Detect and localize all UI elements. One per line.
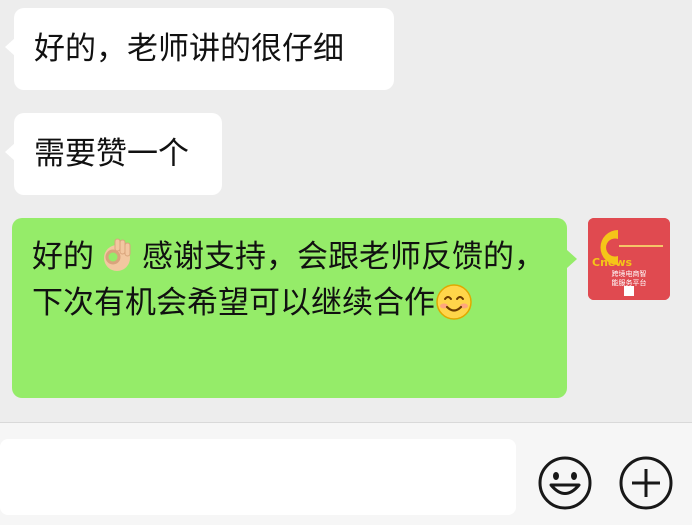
message-text: 好的 bbox=[32, 239, 94, 275]
message-text: 好的，老师讲的很仔细 bbox=[34, 31, 344, 67]
avatar-caption: 跨境电商智 bbox=[612, 269, 647, 278]
chat-input-bar bbox=[0, 422, 692, 525]
outgoing-message-bubble[interactable]: 好的 感谢支持，会跟老师反馈的，下次有机会希望可以继续合作 bbox=[12, 218, 577, 398]
smiley-face-icon[interactable] bbox=[537, 455, 593, 511]
smiling-face-emoji bbox=[435, 283, 473, 321]
avatar-caption: 能服务平台 bbox=[612, 278, 647, 287]
plus-circle-icon[interactable] bbox=[618, 455, 674, 511]
chat-message-area[interactable]: 好的，老师讲的很仔细 需要赞一个 好的 感谢支持，会跟老师反馈的，下次有机会希望… bbox=[0, 0, 692, 422]
avatar-brand-text: Cnews bbox=[592, 256, 633, 269]
ok-hand-emoji bbox=[98, 236, 136, 274]
avatar[interactable]: Cnews 跨境电商智 能服务平台 bbox=[588, 218, 670, 300]
message-input[interactable] bbox=[0, 439, 516, 515]
incoming-message-bubble[interactable]: 好的，老师讲的很仔细 bbox=[5, 8, 394, 90]
incoming-message-bubble[interactable]: 需要赞一个 bbox=[5, 113, 222, 195]
message-text: 需要赞一个 bbox=[34, 136, 189, 172]
